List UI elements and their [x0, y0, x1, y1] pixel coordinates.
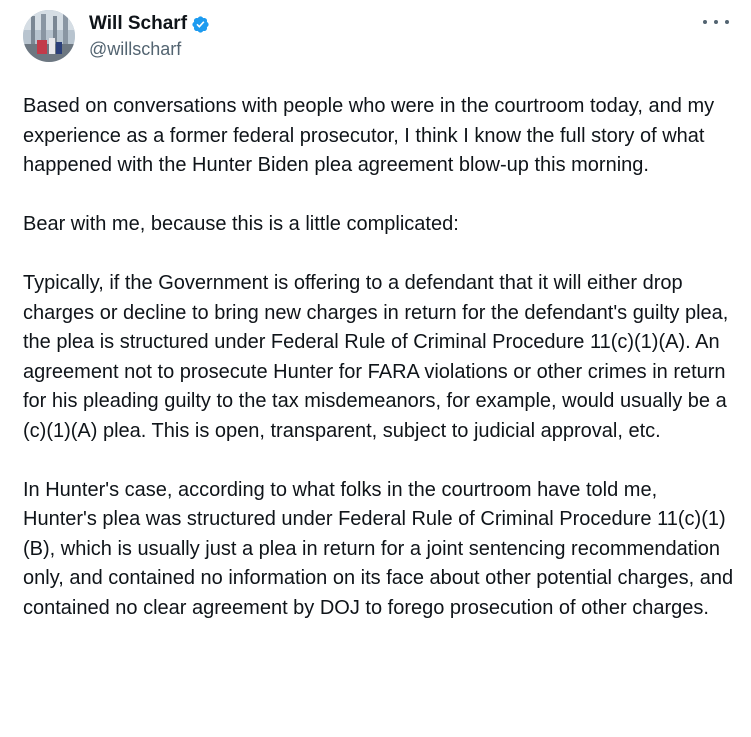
- tweet-paragraph: Bear with me, because this is a little c…: [23, 213, 459, 235]
- user-handle[interactable]: @willscharf: [89, 37, 210, 61]
- tweet-header: Will Scharf @willscharf: [23, 10, 729, 72]
- tweet-paragraph: Typically, if the Government is offering…: [23, 272, 729, 442]
- tweet-paragraph: Based on conversations with people who w…: [23, 95, 715, 176]
- avatar-image: [23, 10, 75, 62]
- tweet-paragraph: In Hunter's case, according to what folk…: [23, 478, 734, 619]
- avatar[interactable]: [23, 10, 75, 62]
- user-info: Will Scharf @willscharf: [89, 10, 210, 61]
- tweet-text: Based on conversations with people who w…: [23, 92, 735, 623]
- display-name[interactable]: Will Scharf: [89, 13, 187, 35]
- more-horizontal-icon[interactable]: [703, 12, 729, 32]
- verified-badge-icon[interactable]: [191, 15, 210, 34]
- name-row: Will Scharf: [89, 13, 210, 35]
- tweet-card: Will Scharf @willscharf Based on convers…: [0, 0, 751, 737]
